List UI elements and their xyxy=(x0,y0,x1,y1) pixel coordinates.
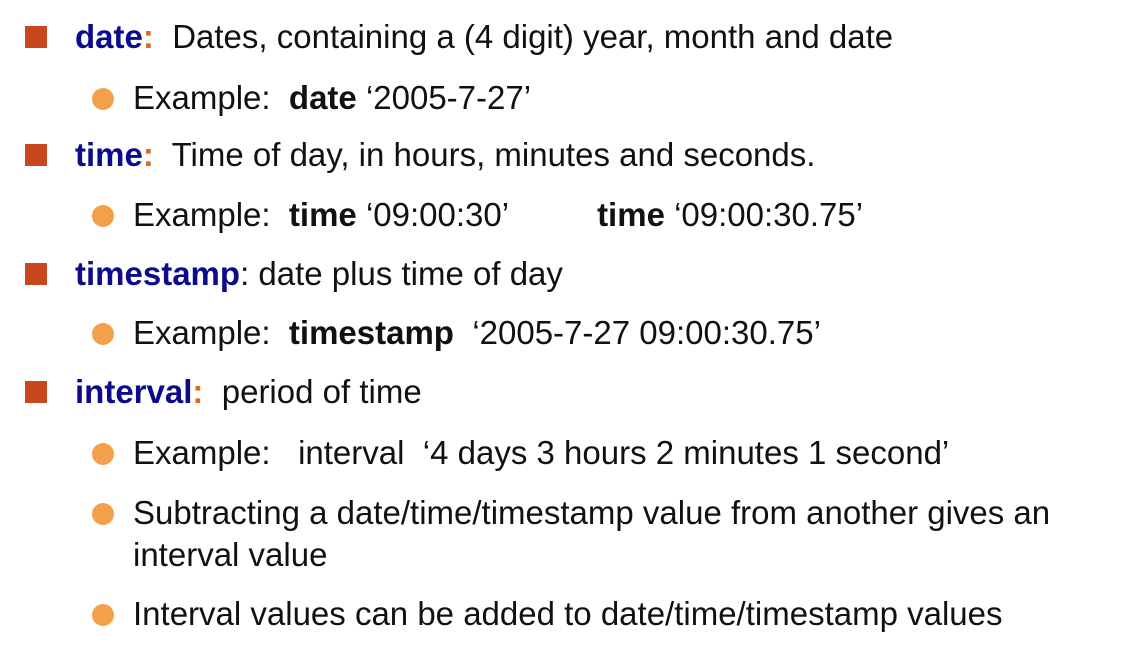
term-interval-colon: : xyxy=(192,373,204,410)
term-timestamp-colon: : xyxy=(240,255,250,292)
example-prefix: Example: xyxy=(133,314,271,351)
example-prefix: Example: xyxy=(133,79,271,116)
example-value: ‘2005-7-27’ xyxy=(365,79,532,116)
sub-bullet-date-example-text: Example: date ‘2005-7-27’ xyxy=(133,77,531,119)
example-value: ‘2005-7-27 09:00:30.75’ xyxy=(472,314,821,351)
term-date-colon: : xyxy=(142,18,154,55)
bullet-time-text: time: Time of day, in hours, minutes and… xyxy=(75,134,815,176)
sub-bullet-interval-example-text: Example: interval ‘4 days 3 hours 2 minu… xyxy=(133,432,949,474)
square-bullet-icon xyxy=(25,381,47,403)
sub-bullet-timestamp-example-text: Example: timestamp ‘2005-7-27 09:00:30.7… xyxy=(133,312,821,354)
term-date-desc: Dates, containing a (4 digit) year, mont… xyxy=(172,18,894,55)
example-prefix: Example: xyxy=(133,196,271,233)
square-bullet-icon xyxy=(25,144,47,166)
example-keyword: time xyxy=(288,196,357,233)
square-bullet-icon xyxy=(25,263,47,285)
example-keyword-2: time xyxy=(597,196,665,233)
term-interval-desc: period of time xyxy=(221,373,422,410)
example-value: interval ‘4 days 3 hours 2 minutes 1 sec… xyxy=(298,434,950,471)
term-timestamp-desc: date plus time of day xyxy=(258,255,563,292)
term-date: date xyxy=(75,18,143,55)
bullet-timestamp-text: timestamp: date plus time of day xyxy=(75,253,563,295)
bullet-interval-text: interval: period of time xyxy=(75,371,422,413)
bullet-date-text: date: Dates, containing a (4 digit) year… xyxy=(75,16,893,58)
term-time: time xyxy=(75,136,143,173)
round-bullet-icon xyxy=(92,205,114,227)
square-bullet-icon xyxy=(25,26,47,48)
example-value-2: ‘09:00:30.75’ xyxy=(674,196,864,233)
term-time-desc: Time of day, in hours, minutes and secon… xyxy=(171,136,816,173)
sub-bullet-time-example-text: Example: time ‘09:00:30’ time ‘09:00:30.7… xyxy=(133,194,863,236)
term-timestamp: timestamp xyxy=(75,255,241,292)
round-bullet-icon xyxy=(92,323,114,345)
sub-bullet-interval-adding-text: Interval values can be added to date/tim… xyxy=(133,595,1003,632)
example-prefix: Example: xyxy=(133,434,271,471)
slide-content: date: Dates, containing a (4 digit) year… xyxy=(0,0,1130,658)
example-keyword: date xyxy=(288,79,357,116)
example-keyword: timestamp xyxy=(288,314,454,351)
round-bullet-icon xyxy=(92,443,114,465)
example-value: ‘09:00:30’ xyxy=(365,196,510,233)
term-interval: interval xyxy=(75,373,193,410)
sub-bullet-interval-subtracting-text: Subtracting a date/time/timestamp value … xyxy=(133,494,1051,573)
round-bullet-icon xyxy=(92,88,114,110)
term-time-colon: : xyxy=(142,136,154,173)
round-bullet-icon xyxy=(92,503,114,525)
round-bullet-icon xyxy=(92,604,114,626)
